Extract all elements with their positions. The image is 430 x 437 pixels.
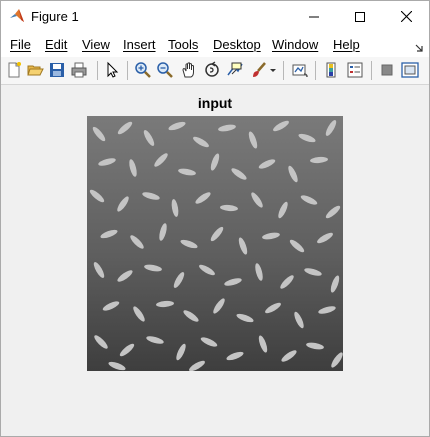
close-icon [400,11,412,22]
toolbar-separator [97,61,98,80]
maximize-icon [355,11,365,22]
toolbar-separator [283,61,284,80]
maximize-button[interactable] [337,1,383,32]
undock-arrow-icon[interactable] [415,39,423,57]
title-bar[interactable]: Figure 1 [1,1,429,32]
window-title: Figure 1 [31,9,79,24]
rice-grains-image [87,116,343,371]
figure-window: Figure 1 File Edit View Insert Tools Des… [0,0,430,437]
link-plot-icon[interactable] [291,61,309,79]
print-icon[interactable] [70,61,88,79]
brush-dropdown-icon[interactable] [269,61,277,79]
pan-hand-icon[interactable] [180,61,198,79]
menu-tools[interactable]: Tools [168,37,198,52]
figure-toolbar [1,57,429,85]
menu-insert[interactable]: Insert [123,37,156,52]
zoom-in-icon[interactable] [134,61,152,79]
edit-plot-arrow-icon[interactable] [103,61,121,79]
rotate-3d-icon[interactable] [203,61,221,79]
toolbar-separator [371,61,372,80]
colorbar-icon[interactable] [322,61,340,79]
zoom-out-icon[interactable] [156,61,174,79]
new-figure-icon[interactable] [5,61,23,79]
open-file-icon[interactable] [26,61,44,79]
menu-view[interactable]: View [82,37,110,52]
legend-icon[interactable] [346,61,364,79]
menu-bar: File Edit View Insert Tools Desktop Wind… [1,32,429,57]
data-cursor-icon[interactable] [226,61,244,79]
matlab-icon [9,8,25,24]
menu-help[interactable]: Help [333,37,360,52]
menu-window[interactable]: Window [272,37,318,52]
hide-plot-tools-icon[interactable] [378,61,396,79]
figure-canvas: input [1,85,429,436]
save-icon[interactable] [48,61,66,79]
toolbar-separator [315,61,316,80]
show-plot-tools-icon[interactable] [401,61,419,79]
minimize-icon [309,16,319,17]
minimize-button[interactable] [291,1,337,32]
toolbar-separator [127,61,128,80]
menu-desktop[interactable]: Desktop [213,37,261,52]
close-button[interactable] [383,1,429,32]
menu-file[interactable]: File [10,37,31,52]
axes-title: input [197,95,233,111]
brush-icon[interactable] [250,61,268,79]
menu-edit[interactable]: Edit [45,37,67,52]
